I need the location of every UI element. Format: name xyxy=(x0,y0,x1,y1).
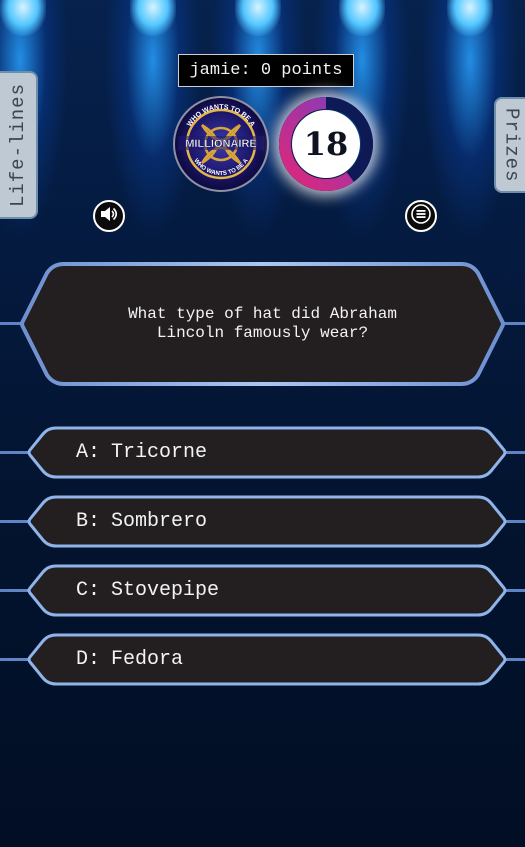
answer-option-a[interactable]: A: Tricorne xyxy=(26,426,508,479)
question-text: What type of hat did Abraham Lincoln fam… xyxy=(128,305,397,342)
answer-option-d[interactable]: D: Fedora xyxy=(26,633,508,686)
spotlight xyxy=(235,0,281,36)
player-score: jamie: 0 points xyxy=(178,54,354,87)
spotlight xyxy=(447,0,493,36)
speaker-icon xyxy=(98,203,120,230)
question-panel: What type of hat did Abraham Lincoln fam… xyxy=(20,261,505,387)
answer-option-b[interactable]: B: Sombrero xyxy=(26,495,508,548)
answer-text: Tricorne xyxy=(111,441,208,464)
spotlight xyxy=(130,0,176,36)
menu-icon xyxy=(410,203,432,230)
answer-text: Sombrero xyxy=(111,510,208,533)
countdown-timer: 18 xyxy=(279,97,373,191)
lifelines-tab[interactable]: Life-lines xyxy=(0,71,38,219)
answer-text: Fedora xyxy=(111,648,184,671)
answer-text: Stovepipe xyxy=(111,579,220,602)
prizes-tab-label: Prizes xyxy=(500,107,523,183)
lifelines-tab-label: Life-lines xyxy=(7,82,29,208)
logo-center-text: MILLIONAIRE xyxy=(185,138,257,150)
millionaire-logo: WHO WANTS TO BE A WHO WANTS TO BE A MILL… xyxy=(172,95,270,193)
spotlight xyxy=(0,0,46,36)
spotlight xyxy=(339,0,385,36)
sound-button[interactable] xyxy=(93,200,125,232)
timer-seconds: 18 xyxy=(303,125,349,163)
answer-option-c[interactable]: C: Stovepipe xyxy=(26,564,508,617)
menu-button[interactable] xyxy=(405,200,437,232)
answer-letter: B: xyxy=(76,510,101,533)
answer-letter: C: xyxy=(76,579,101,602)
answer-letter: D: xyxy=(76,648,101,671)
answer-letter: A: xyxy=(76,441,101,464)
prizes-tab[interactable]: Prizes xyxy=(494,97,525,193)
